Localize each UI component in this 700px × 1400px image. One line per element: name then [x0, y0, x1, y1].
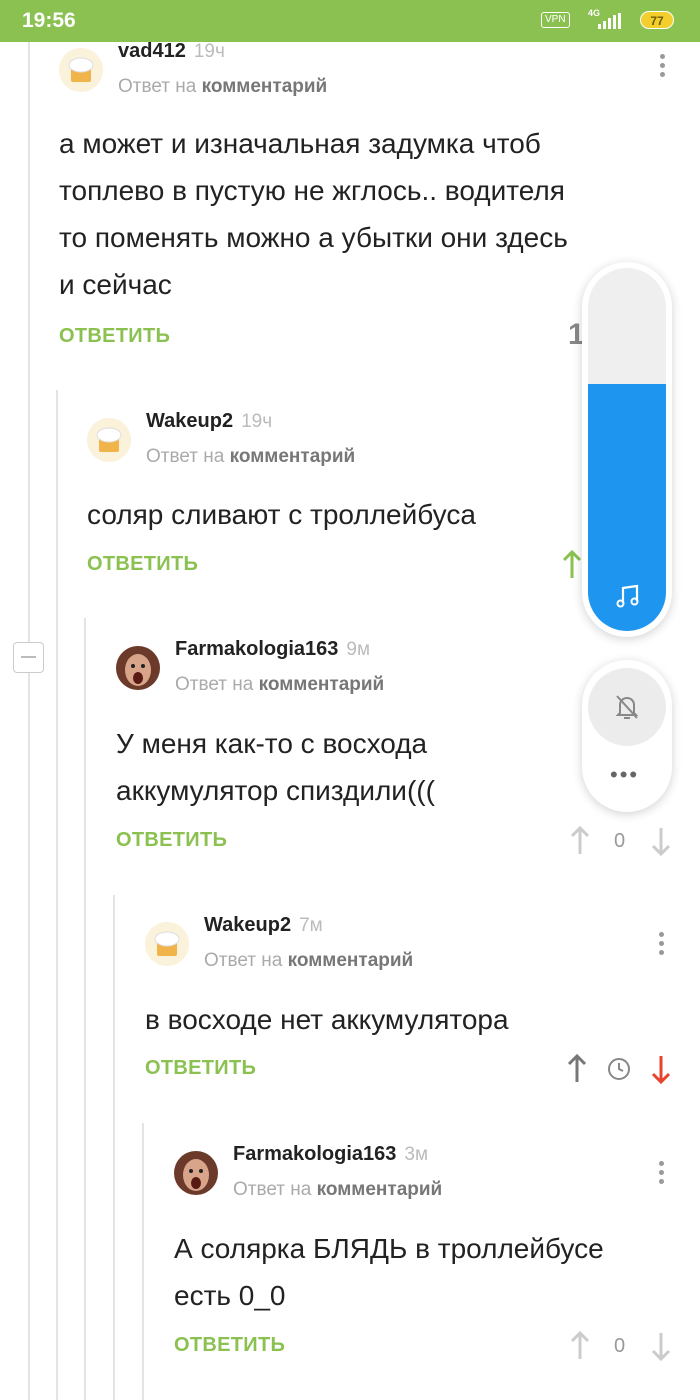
avatar[interactable]	[174, 1151, 218, 1195]
rating-count: 0	[614, 830, 626, 852]
reply-prefix: Ответ на	[204, 950, 283, 971]
comment: Farmakologia163 3м Ответ на комментарий А…	[174, 1135, 674, 1375]
reply-link[interactable]: комментарий	[202, 76, 328, 97]
username[interactable]: Farmakologia163	[233, 1143, 396, 1165]
arrow-up-icon[interactable]	[561, 550, 583, 580]
comment-body: в восходе нет аккумулятора	[145, 996, 509, 1043]
comment-time: 19ч	[193, 41, 225, 62]
volume-slider[interactable]	[588, 268, 666, 631]
volume-panel	[582, 262, 672, 637]
avatar[interactable]	[59, 48, 103, 92]
comment-line: есть 0_0	[174, 1280, 286, 1311]
reply-button[interactable]: ОТВЕТИТЬ	[174, 1334, 285, 1357]
reply-button[interactable]: ОТВЕТИТЬ	[116, 829, 227, 852]
comment-author[interactable]: vad412 19ч	[118, 40, 225, 63]
status-time: 19:56	[22, 9, 76, 32]
comment-body: соляр сливают с троллейбуса	[87, 491, 476, 538]
comment-author[interactable]: Farmakologia163 3м	[233, 1143, 428, 1166]
more-options-button[interactable]: •••	[610, 764, 639, 786]
avatar[interactable]	[87, 418, 131, 462]
reply-prefix: Ответ на	[233, 1179, 312, 1200]
music-note-icon	[616, 584, 639, 608]
reply-to[interactable]: Ответ на комментарий	[146, 446, 355, 468]
collapse-thread-button[interactable]	[13, 642, 44, 673]
comment-body: а может и изначальная задумка чтоб топле…	[59, 120, 568, 308]
comment-line: а может и изначальная задумка чтоб	[59, 128, 541, 159]
reply-button[interactable]: ОТВЕТИТЬ	[59, 325, 170, 348]
username[interactable]: Farmakologia163	[175, 638, 338, 660]
thread-line	[56, 390, 58, 1400]
arrow-down-icon[interactable]	[650, 1054, 672, 1084]
sound-mode-panel: •••	[582, 660, 672, 812]
reply-to[interactable]: Ответ на комментарий	[118, 76, 327, 98]
reply-prefix: Ответ на	[175, 674, 254, 695]
comment-line: У меня как-то с восхода	[116, 728, 428, 759]
more-vert-icon[interactable]	[660, 54, 666, 81]
reply-button[interactable]: ОТВЕТИТЬ	[87, 553, 198, 576]
comment-time: 9м	[346, 639, 371, 660]
mute-button[interactable]	[588, 668, 666, 746]
arrow-down-icon[interactable]	[650, 826, 672, 856]
comment-line: топлево в пустую не жглось.. водителя	[59, 175, 565, 206]
comment: Wakeup2 7м Ответ на комментарий в восходе…	[145, 906, 675, 1106]
reply-to[interactable]: Ответ на комментарий	[233, 1179, 442, 1201]
bell-off-icon	[615, 695, 639, 719]
comment-line: соляр сливают с троллейбуса	[87, 499, 476, 530]
comment-author[interactable]: Wakeup2 19ч	[146, 410, 272, 433]
thread-line	[28, 42, 30, 1400]
comment-line: и сейчас	[59, 269, 172, 300]
comment-body: А солярка БЛЯДЬ в троллейбусе есть 0_0	[174, 1225, 604, 1319]
thread-line	[84, 618, 86, 1400]
rating-count: 0	[614, 1335, 626, 1357]
arrow-up-icon[interactable]	[566, 1054, 588, 1084]
arrow-up-icon[interactable]	[569, 826, 591, 856]
reply-to[interactable]: Ответ на комментарий	[175, 674, 384, 696]
comment-line: аккумулятор спиздили(((	[116, 775, 435, 806]
signal-icon	[598, 13, 621, 29]
comment-line: А солярка БЛЯДЬ в троллейбусе	[174, 1233, 604, 1264]
reply-prefix: Ответ на	[146, 446, 225, 467]
comment-time: 7м	[299, 915, 323, 936]
reply-prefix: Ответ на	[118, 76, 197, 97]
vpn-badge: VPN	[541, 12, 570, 28]
arrow-down-icon[interactable]	[650, 1331, 672, 1361]
more-vert-icon[interactable]	[659, 932, 665, 959]
reply-link[interactable]: комментарий	[317, 1179, 443, 1200]
battery-icon: 77	[640, 11, 674, 29]
status-bar: 19:56 VPN 4G 77	[0, 0, 700, 42]
more-vert-icon[interactable]	[659, 1161, 665, 1188]
thread-line	[113, 895, 115, 1400]
reply-link[interactable]: комментарий	[230, 446, 356, 467]
thread-line	[142, 1123, 144, 1400]
username[interactable]: Wakeup2	[146, 410, 233, 432]
comment-line: то поменять можно а убытки они здесь	[59, 222, 568, 253]
comment-time: 3м	[404, 1144, 429, 1165]
reply-link[interactable]: комментарий	[288, 950, 414, 971]
clock-icon	[608, 1058, 630, 1080]
username[interactable]: Wakeup2	[204, 914, 291, 936]
avatar[interactable]	[116, 646, 160, 690]
avatar[interactable]	[145, 922, 189, 966]
comment-author[interactable]: Farmakologia163 9м	[175, 638, 370, 661]
comment-author[interactable]: Wakeup2 7м	[204, 914, 323, 937]
comment-time: 19ч	[241, 411, 273, 432]
reply-link[interactable]: комментарий	[259, 674, 385, 695]
username[interactable]: vad412	[118, 40, 186, 62]
reply-to[interactable]: Ответ на комментарий	[204, 950, 413, 972]
arrow-up-icon[interactable]	[569, 1331, 591, 1361]
comment-body: У меня как-то с восхода аккумулятор спиз…	[116, 720, 435, 814]
comment-line: в восходе нет аккумулятора	[145, 1004, 509, 1035]
reply-button[interactable]: ОТВЕТИТЬ	[145, 1057, 256, 1080]
